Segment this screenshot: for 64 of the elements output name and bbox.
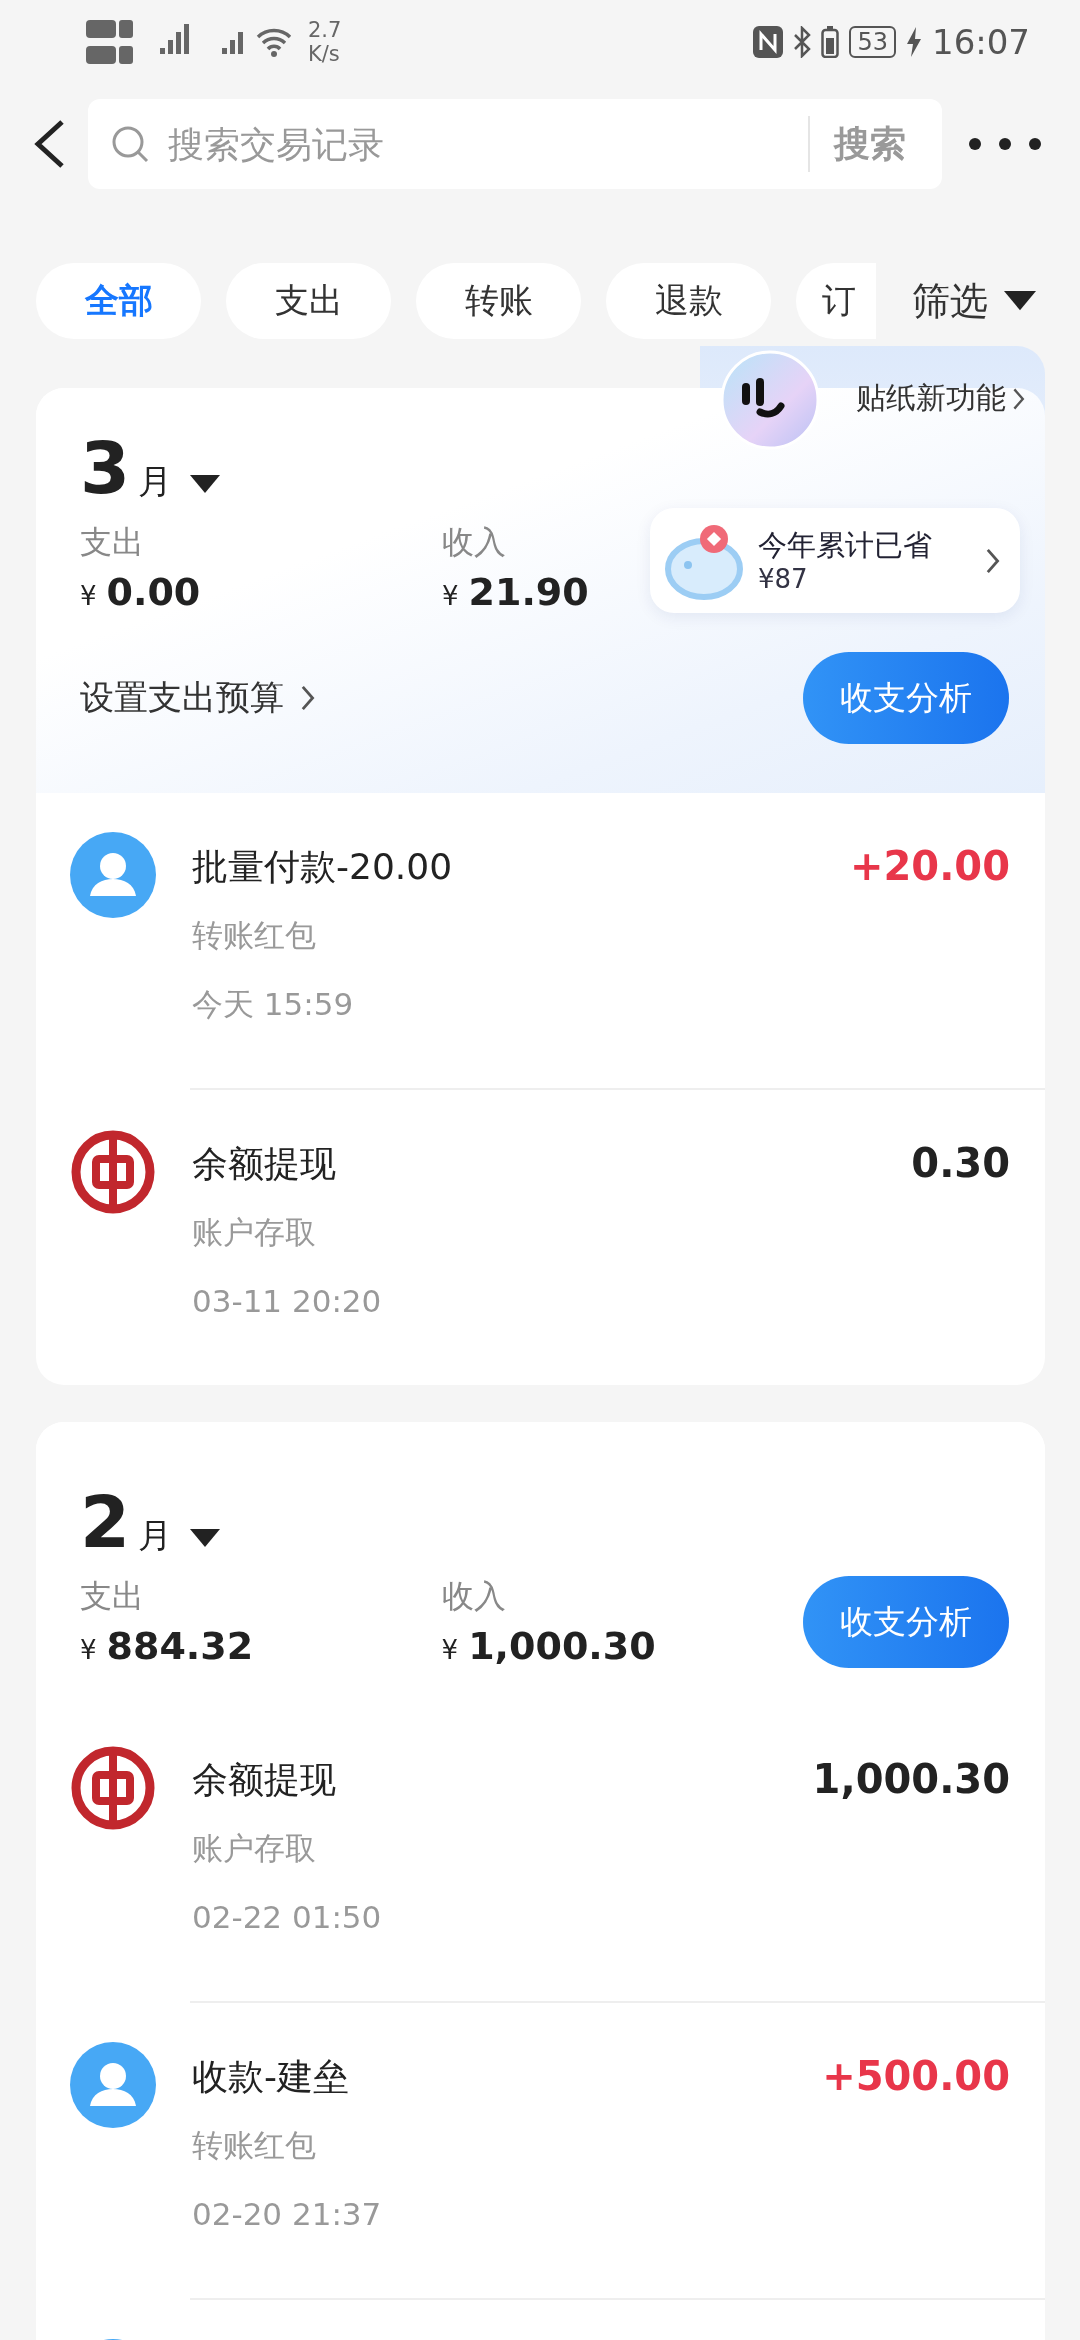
transaction-category: 转账红包 xyxy=(192,2126,317,2165)
savings-title: 今年累计已省 xyxy=(758,526,933,563)
transaction-category: 账户存取 xyxy=(192,1213,317,1252)
clock-time: 16:07 xyxy=(932,22,1030,62)
transaction-category: 转账红包 xyxy=(192,916,317,955)
charging-icon xyxy=(906,27,922,57)
transaction-row[interactable]: 余额提现 账户存取 02-22 01:50 1,000.30 xyxy=(36,1706,1045,2001)
income-amount: ¥ 1,000.30 xyxy=(441,1624,656,1668)
expense-label: 支出 xyxy=(80,1576,144,1616)
search-icon xyxy=(110,124,150,164)
transaction-title: 余额提现 xyxy=(192,1758,337,1802)
expense-amount: ¥ 0.00 xyxy=(80,570,201,614)
month-selector[interactable]: 2 月 xyxy=(80,1482,1009,1562)
battery-level: 53 xyxy=(849,26,896,58)
user-avatar-icon xyxy=(70,832,156,918)
transaction-row[interactable]: 收款-建垒 转账红包 02-20 21:37 +500.00 xyxy=(36,2003,1045,2298)
transaction-time: 03-11 20:20 xyxy=(192,1282,383,1321)
sticker-face-icon xyxy=(720,350,820,450)
savings-bubble[interactable]: 今年累计已省 ¥87 xyxy=(650,508,1020,613)
filter-chip[interactable]: 订 xyxy=(796,263,876,339)
wifi-icon xyxy=(256,27,292,57)
filter-chip[interactable]: 全部 xyxy=(36,263,201,339)
sticker-feature-link[interactable]: 贴纸新功能 xyxy=(855,378,1025,419)
filter-chip[interactable]: 支出 xyxy=(226,263,391,339)
transaction-amount: +20.00 xyxy=(849,842,1010,891)
transaction-time: 今天 15:59 xyxy=(192,985,355,1024)
transaction-title: 余额提现 xyxy=(192,1142,337,1186)
transaction-time: 02-22 01:50 xyxy=(192,1898,383,1937)
chevron-right-icon xyxy=(1011,386,1025,411)
income-label: 收入 xyxy=(442,522,506,562)
nfc-icon xyxy=(753,26,784,58)
income-amount: ¥ 21.90 xyxy=(442,570,589,614)
analysis-button[interactable]: 收支分析 xyxy=(803,652,1009,744)
budget-link[interactable]: 设置支出预算 xyxy=(80,675,316,721)
user-avatar-icon xyxy=(70,2042,156,2128)
chevron-right-icon xyxy=(300,684,316,712)
dropdown-triangle-icon xyxy=(190,1529,221,1547)
filter-chip[interactable]: 转账 xyxy=(416,263,581,339)
income-label: 收入 xyxy=(441,1576,506,1616)
sim-hd-icon xyxy=(86,17,136,67)
month-selector[interactable]: 3 月 xyxy=(80,428,1009,508)
filter-chip[interactable]: 退款 xyxy=(606,263,771,339)
savings-amount: ¥87 xyxy=(758,562,809,595)
speed-unit: K/s xyxy=(308,42,341,66)
dropdown-triangle-icon xyxy=(190,475,221,493)
transaction-title: 批量付款-20.00 xyxy=(192,845,454,889)
battery-icon xyxy=(821,26,840,58)
transaction-row[interactable]: 余额提现 账户存取 03-11 20:20 0.30 xyxy=(36,1090,1045,1385)
transaction-amount: 1,000.30 xyxy=(812,1755,1010,1804)
transaction-time: 02-20 21:37 xyxy=(192,2195,383,2234)
chevron-right-icon xyxy=(984,546,1000,575)
expense-label: 支出 xyxy=(80,522,144,562)
transaction-category: 账户存取 xyxy=(192,1829,317,1868)
dropdown-triangle-icon xyxy=(1004,291,1036,311)
bank-logo-icon xyxy=(70,1745,156,1831)
transaction-title: 收款-建垒 xyxy=(192,2055,350,2099)
expense-amount: ¥ 884.32 xyxy=(80,1624,254,1668)
analysis-button[interactable]: 收支分析 xyxy=(803,1576,1009,1668)
transaction-amount: +500.00 xyxy=(822,2052,1010,2101)
bluetooth-icon xyxy=(793,26,812,58)
transaction-row[interactable]: 批量付款-20.00 转账红包 今天 15:59 +20.00 xyxy=(36,793,1045,1088)
bank-logo-icon xyxy=(70,1129,156,1215)
network-speed: 2.7 xyxy=(308,18,342,42)
transaction-amount: 0.30 xyxy=(911,1139,1010,1188)
